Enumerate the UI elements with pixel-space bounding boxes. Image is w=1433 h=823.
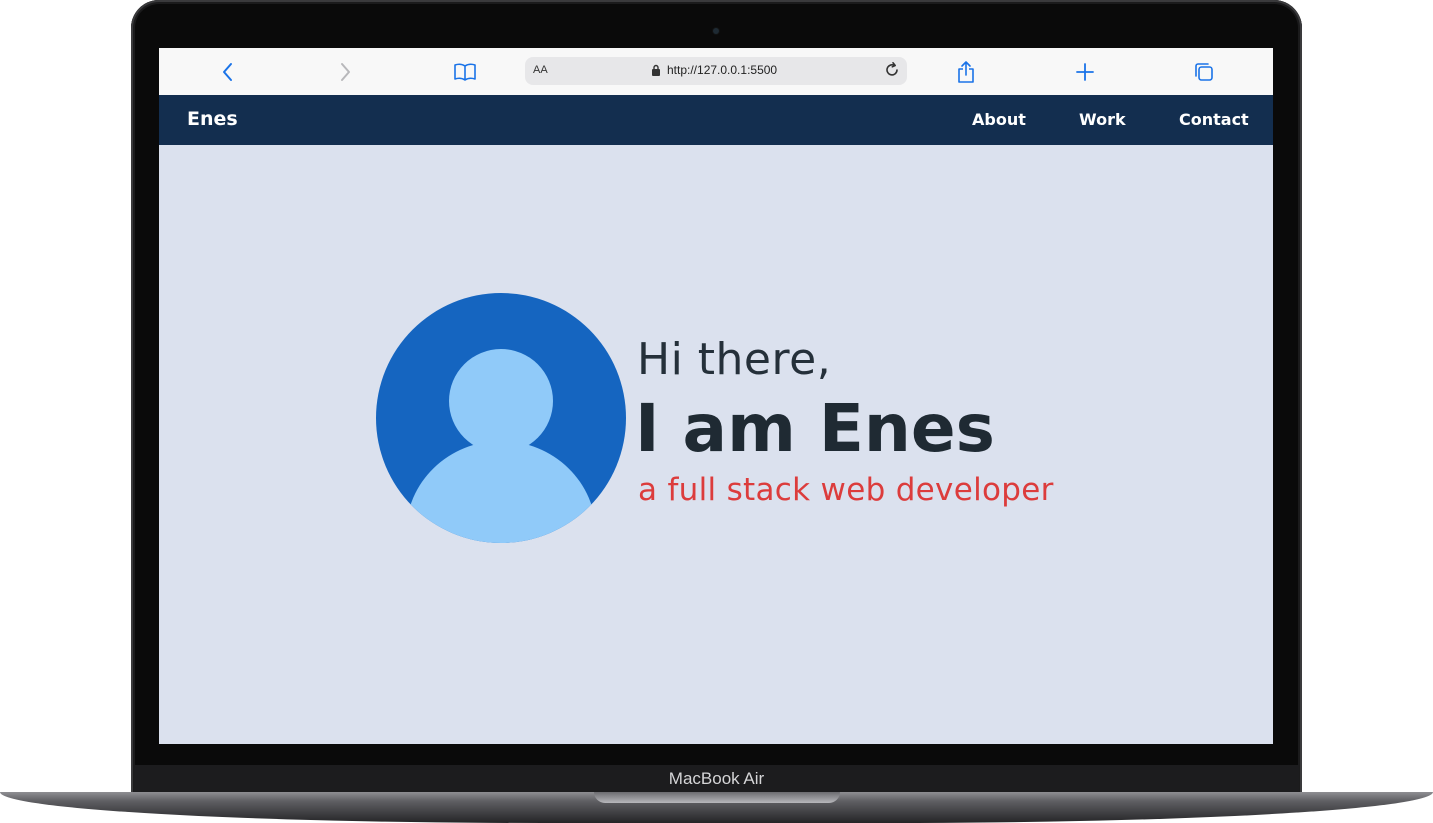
laptop-chin: MacBook Air bbox=[134, 765, 1299, 795]
site-brand[interactable]: Enes bbox=[187, 108, 238, 130]
hero-role: a full stack web developer bbox=[638, 472, 1054, 508]
profile-avatar-icon bbox=[376, 293, 626, 543]
chevron-right-icon bbox=[341, 63, 350, 81]
reload-icon bbox=[886, 62, 898, 76]
camera bbox=[713, 28, 719, 34]
share-button[interactable] bbox=[954, 60, 978, 84]
lock-icon bbox=[652, 64, 660, 76]
book-icon bbox=[454, 63, 476, 81]
browser-toolbar: AA http://127.0.0.1:5500 bbox=[159, 48, 1273, 96]
forward-button[interactable] bbox=[333, 60, 357, 84]
plus-icon bbox=[1076, 63, 1094, 81]
tabs-overview-button[interactable] bbox=[1192, 60, 1216, 84]
nav-link-about[interactable]: About bbox=[972, 110, 1026, 129]
nav-link-work[interactable]: Work bbox=[1079, 110, 1126, 129]
hero-name: I am Enes bbox=[635, 390, 995, 467]
nav-link-contact[interactable]: Contact bbox=[1179, 110, 1249, 129]
hero-greeting: Hi there, bbox=[637, 334, 832, 385]
new-tab-button[interactable] bbox=[1073, 60, 1097, 84]
reload-button[interactable] bbox=[883, 61, 901, 83]
share-icon bbox=[958, 61, 974, 83]
tabs-icon bbox=[1195, 63, 1213, 81]
url-display: http://127.0.0.1:5500 bbox=[651, 63, 777, 77]
chevron-left-icon bbox=[223, 63, 232, 81]
url-text: http://127.0.0.1:5500 bbox=[667, 63, 778, 77]
reader-text-size-button[interactable]: AA bbox=[533, 64, 548, 76]
browser-screen: AA http://127.0.0.1:5500 Enes About Work… bbox=[159, 48, 1273, 744]
bookmarks-button[interactable] bbox=[453, 60, 477, 84]
site-navbar: Enes About Work Contact bbox=[159, 95, 1273, 145]
back-button[interactable] bbox=[216, 60, 240, 84]
device-label: MacBook Air bbox=[668, 769, 765, 788]
laptop-notch bbox=[594, 792, 840, 803]
address-bar[interactable]: AA http://127.0.0.1:5500 bbox=[525, 57, 907, 85]
